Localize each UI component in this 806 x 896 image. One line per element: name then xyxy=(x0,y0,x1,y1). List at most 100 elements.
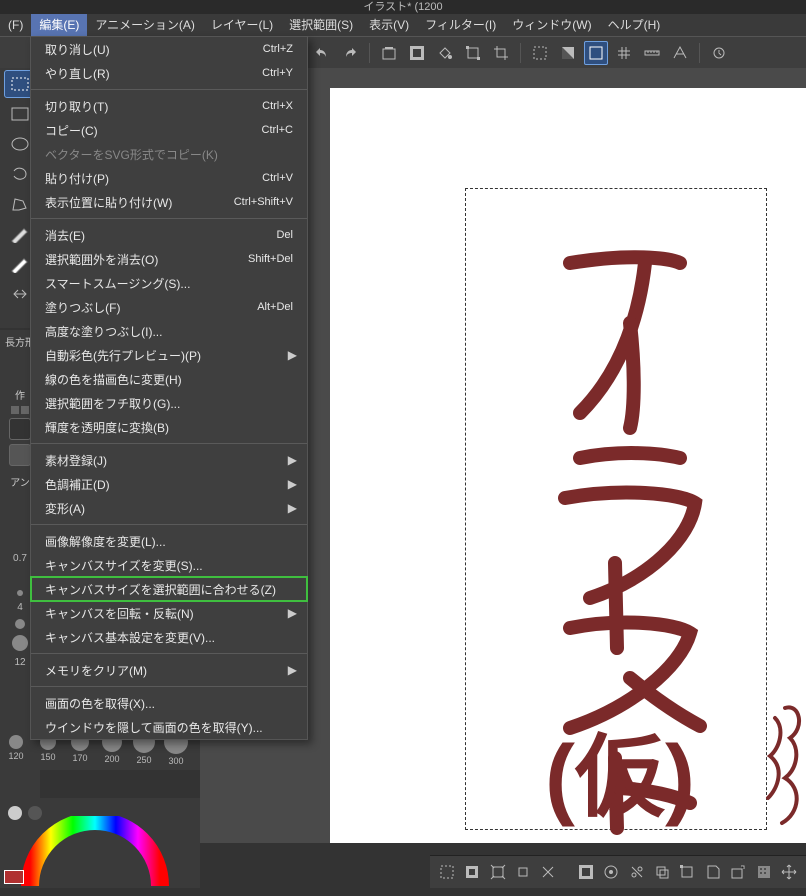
svg-text:(仮): (仮) xyxy=(545,728,695,828)
fg-color-swatch[interactable] xyxy=(4,870,24,884)
menu-item-label: 選択範囲をフチ取り(G)... xyxy=(45,395,293,412)
menu-item[interactable]: 素材登録(J)▶ xyxy=(31,448,307,472)
edit-menu-dropdown: 取り消し(U)Ctrl+Zやり直し(R)Ctrl+Y切り取り(T)Ctrl+Xコ… xyxy=(30,36,308,740)
menu-item-label: 画像解像度を変更(L)... xyxy=(45,533,293,550)
menu-item-label: 素材登録(J) xyxy=(45,452,293,469)
sel-save-icon[interactable] xyxy=(702,861,723,883)
sel-clear-outside-icon[interactable] xyxy=(575,861,596,883)
menu-item-label: キャンバスサイズを選択範囲に合わせる(Z) xyxy=(45,581,293,598)
canvas[interactable]: (仮) xyxy=(330,88,806,843)
submenu-arrow-icon: ▶ xyxy=(288,348,297,362)
window-title: イラスト* (1200 xyxy=(0,0,806,14)
deselect-icon[interactable] xyxy=(436,861,457,883)
sel-copy-icon[interactable] xyxy=(651,861,672,883)
grid-icon[interactable] xyxy=(612,41,636,65)
menu-filter[interactable]: フィルター(I) xyxy=(417,14,504,36)
menu-item[interactable]: 高度な塗りつぶし(I)... xyxy=(31,319,307,343)
artwork: (仮) xyxy=(330,88,806,843)
sel-fill-icon[interactable] xyxy=(600,861,621,883)
undo-icon[interactable] xyxy=(310,41,334,65)
swatch[interactable] xyxy=(9,444,31,466)
transform-icon[interactable] xyxy=(461,41,485,65)
menu-item[interactable]: メモリをクリア(M)▶ xyxy=(31,658,307,682)
menu-view[interactable]: 表示(V) xyxy=(361,14,417,36)
clear-sel-icon[interactable] xyxy=(538,861,559,883)
menu-item[interactable]: 色調補正(D)▶ xyxy=(31,472,307,496)
menu-item[interactable]: 取り消し(U)Ctrl+Z xyxy=(31,37,307,61)
menu-item[interactable]: コピー(C)Ctrl+C xyxy=(31,118,307,142)
menu-item-label: 自動彩色(先行プレビュー)(P) xyxy=(45,347,293,364)
marquee-icon[interactable] xyxy=(528,41,552,65)
size-dot xyxy=(12,635,28,651)
sel-cut-icon[interactable] xyxy=(626,861,647,883)
fill-icon[interactable] xyxy=(433,41,457,65)
menu-item[interactable]: 輝度を透明度に変換(B) xyxy=(31,415,307,439)
menu-item[interactable]: 自動彩色(先行プレビュー)(P)▶ xyxy=(31,343,307,367)
separator xyxy=(369,43,370,63)
size-dot xyxy=(17,590,23,596)
menu-shortcut: Ctrl+Shift+V xyxy=(234,196,293,208)
sel-transform-icon[interactable] xyxy=(677,861,698,883)
menu-item[interactable]: キャンバスサイズを変更(S)... xyxy=(31,553,307,577)
crop-icon[interactable] xyxy=(489,41,513,65)
submenu-arrow-icon: ▶ xyxy=(288,501,297,515)
swatch[interactable] xyxy=(9,418,31,440)
color-wheel-panel xyxy=(0,798,200,888)
invert-icon[interactable] xyxy=(461,861,482,883)
selection-toolbar xyxy=(430,855,806,888)
menu-item[interactable]: 画像解像度を変更(L)... xyxy=(31,529,307,553)
perspective-icon[interactable] xyxy=(668,41,692,65)
brush-preset[interactable]: 120 xyxy=(0,726,32,770)
menu-shortcut: Ctrl+Y xyxy=(262,67,293,79)
sel-new-layer-icon[interactable] xyxy=(728,861,749,883)
separator xyxy=(699,43,700,63)
menu-help[interactable]: ヘルプ(H) xyxy=(600,14,669,36)
gradient-icon[interactable] xyxy=(556,41,580,65)
menu-bar: (F) 編集(E) アニメーション(A) レイヤー(L) 選択範囲(S) 表示(… xyxy=(0,14,806,36)
menu-item-label: 表示位置に貼り付け(W) xyxy=(45,194,234,211)
menu-item[interactable]: 貼り付け(P)Ctrl+V xyxy=(31,166,307,190)
menu-item[interactable]: キャンバスを回転・反転(N)▶ xyxy=(31,601,307,625)
menu-file[interactable]: (F) xyxy=(0,14,31,36)
menu-item[interactable]: 消去(E)Del xyxy=(31,223,307,247)
menu-item[interactable]: 切り取り(T)Ctrl+X xyxy=(31,94,307,118)
snap-icon[interactable] xyxy=(584,41,608,65)
menu-item-label: スマートスムージング(S)... xyxy=(45,275,293,292)
menu-item[interactable]: 塗りつぶし(F)Alt+Del xyxy=(31,295,307,319)
menu-item-label: コピー(C) xyxy=(45,122,262,139)
menu-item[interactable]: 選択範囲外を消去(O)Shift+Del xyxy=(31,247,307,271)
menu-item-label: キャンバスを回転・反転(N) xyxy=(45,605,293,622)
menu-item[interactable]: ウインドウを隠して画面の色を取得(Y)... xyxy=(31,715,307,739)
menu-item[interactable]: キャンバス基本設定を変更(V)... xyxy=(31,625,307,649)
menu-item[interactable]: 線の色を描画色に変更(H) xyxy=(31,367,307,391)
menu-item-label: キャンバスサイズを変更(S)... xyxy=(45,557,293,574)
shrink-icon[interactable] xyxy=(512,861,533,883)
redo-icon[interactable] xyxy=(338,41,362,65)
menu-selection[interactable]: 選択範囲(S) xyxy=(281,14,361,36)
menu-window[interactable]: ウィンドウ(W) xyxy=(504,14,599,36)
submenu-arrow-icon: ▶ xyxy=(288,663,297,677)
menu-item[interactable]: やり直し(R)Ctrl+Y xyxy=(31,61,307,85)
ruler-icon[interactable] xyxy=(640,41,664,65)
menu-shortcut: Ctrl+X xyxy=(262,100,293,112)
expand-icon[interactable] xyxy=(487,861,508,883)
menu-item[interactable]: 画面の色を取得(X)... xyxy=(31,691,307,715)
menu-layer[interactable]: レイヤー(L) xyxy=(203,14,281,36)
menu-item-label: 貼り付け(P) xyxy=(45,170,262,187)
menu-edit[interactable]: 編集(E) xyxy=(31,14,87,36)
menu-item[interactable]: 選択範囲をフチ取り(G)... xyxy=(31,391,307,415)
menu-shortcut: Ctrl+C xyxy=(262,124,293,136)
menu-item-label: 色調補正(D) xyxy=(45,476,293,493)
color-wheel-icon[interactable] xyxy=(20,816,170,896)
clear-outside-icon[interactable] xyxy=(405,41,429,65)
menu-item[interactable]: 表示位置に貼り付け(W)Ctrl+Shift+V xyxy=(31,190,307,214)
sel-move-icon[interactable] xyxy=(778,861,799,883)
size-dot xyxy=(15,619,25,629)
menu-item[interactable]: キャンバスサイズを選択範囲に合わせる(Z) xyxy=(31,577,307,601)
assist-icon[interactable] xyxy=(707,41,731,65)
menu-item[interactable]: 変形(A)▶ xyxy=(31,496,307,520)
clear-icon[interactable] xyxy=(377,41,401,65)
menu-item[interactable]: スマートスムージング(S)... xyxy=(31,271,307,295)
menu-animation[interactable]: アニメーション(A) xyxy=(87,14,203,36)
sel-tone-icon[interactable] xyxy=(753,861,774,883)
